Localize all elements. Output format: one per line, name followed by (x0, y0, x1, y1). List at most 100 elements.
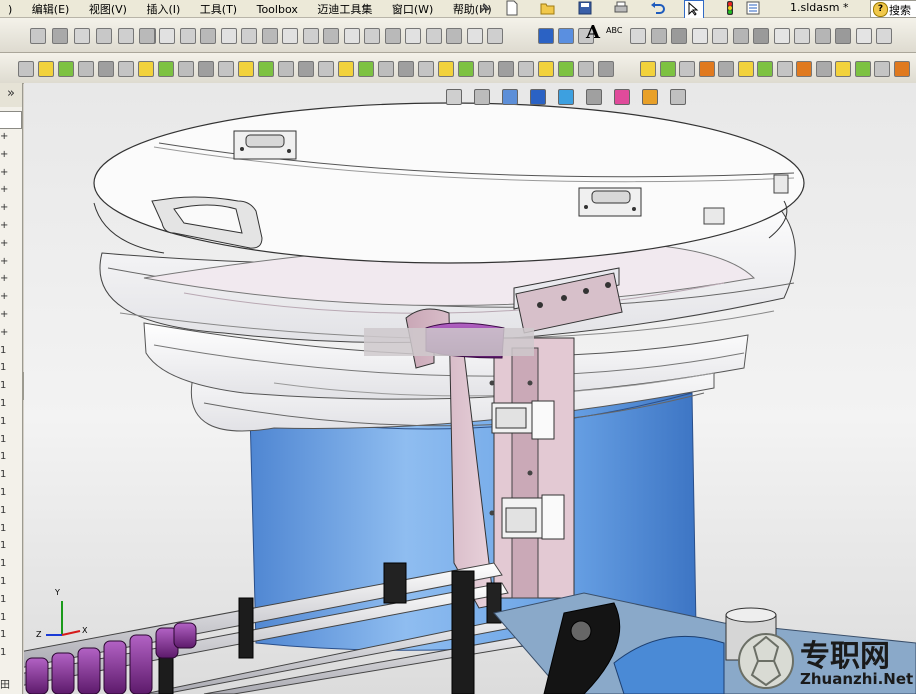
feature-tool-icon[interactable] (518, 61, 534, 77)
feature-tool-icon[interactable] (118, 61, 134, 77)
sketch-tool-icon[interactable] (343, 28, 360, 44)
feature-tool-icon[interactable] (298, 61, 314, 77)
annotation-tool-icon[interactable] (794, 28, 810, 44)
sketch-tool-icon[interactable] (466, 28, 483, 44)
scene-icon[interactable] (642, 89, 658, 105)
feature-tool-icon[interactable] (338, 61, 354, 77)
annotation-tool-icon[interactable] (814, 28, 831, 44)
tree-item[interactable]: 1 (0, 487, 6, 498)
addin-tool-icon[interactable] (737, 61, 754, 77)
feature-tool-icon[interactable] (18, 61, 34, 77)
sketch-tool-icon[interactable] (487, 28, 503, 44)
annotation-tool-icon[interactable] (773, 28, 790, 44)
feature-tool-icon[interactable] (218, 61, 234, 77)
display-style-icon[interactable] (558, 89, 574, 105)
addin-tool-icon[interactable] (679, 61, 695, 77)
tree-item[interactable]: 1 (0, 362, 6, 373)
tree-expand-toggle[interactable]: + (0, 131, 8, 142)
menu-tools[interactable]: 工具(T) (192, 0, 245, 17)
sketch-tool-icon[interactable] (159, 28, 175, 44)
sketch-tool-icon[interactable] (323, 28, 339, 44)
feature-tool-icon[interactable] (78, 61, 94, 77)
options-icon[interactable] (746, 1, 760, 15)
view-orientation-icon[interactable] (530, 89, 546, 105)
annotation-tool-icon[interactable] (650, 28, 667, 44)
addin-tool-icon[interactable] (640, 61, 656, 77)
addin-tool-icon[interactable] (776, 61, 793, 77)
feature-tool-icon[interactable] (38, 61, 54, 77)
rebuild-icon[interactable] (724, 1, 736, 15)
tree-item[interactable]: 1 (0, 540, 6, 551)
tree-item[interactable]: 1 (0, 398, 6, 409)
addin-tool-icon[interactable] (698, 61, 715, 77)
feature-tool-icon[interactable] (598, 61, 614, 77)
addin-tool-icon[interactable] (874, 61, 890, 77)
feature-tool-icon[interactable] (178, 61, 194, 77)
zoom-fit-icon[interactable] (446, 89, 462, 105)
menu-view[interactable]: 视图(V) (81, 0, 135, 17)
tree-expand-toggle[interactable]: + (0, 309, 8, 320)
feature-tool-icon[interactable] (378, 61, 394, 77)
annotation-tool-icon[interactable] (691, 28, 708, 44)
sketch-tool-icon[interactable] (200, 28, 216, 44)
tree-item[interactable]: 1 (0, 629, 6, 640)
save-icon[interactable] (578, 1, 592, 15)
tree-item[interactable]: 1 (0, 380, 6, 391)
feature-tool-icon[interactable] (438, 61, 454, 77)
tree-footer-item[interactable]: 田 (0, 676, 10, 691)
feature-tool-icon[interactable] (158, 61, 174, 77)
assembly-tool-icon[interactable] (74, 28, 90, 44)
assembly-tool-icon[interactable] (96, 28, 112, 44)
new-icon[interactable] (505, 0, 519, 16)
annotation-tool-icon[interactable] (855, 28, 872, 44)
sketch-tool-icon[interactable] (118, 28, 134, 44)
dimension-tool-icon[interactable] (538, 28, 554, 44)
addin-tool-icon[interactable] (718, 61, 734, 77)
menu-toolbox[interactable]: Toolbox (249, 2, 306, 16)
sketch-tool-icon[interactable] (384, 28, 401, 44)
tree-filter-field[interactable] (0, 111, 22, 129)
graphics-viewport[interactable]: Y X Z 专职网 Zhuanzhi.Net (24, 83, 916, 694)
feature-tool-icon[interactable] (558, 61, 574, 77)
sketch-tool-icon[interactable] (405, 28, 421, 44)
annotation-tool-icon[interactable] (630, 28, 646, 44)
hide-show-icon[interactable] (586, 89, 602, 105)
sketch-tool-icon[interactable] (446, 28, 462, 44)
feature-tool-icon[interactable] (58, 61, 74, 77)
tree-expand-toggle[interactable]: + (0, 273, 8, 284)
addin-tool-icon[interactable] (659, 61, 676, 77)
addin-tool-icon[interactable] (854, 61, 871, 77)
feature-tool-icon[interactable] (258, 61, 274, 77)
tree-item[interactable]: 1 (0, 647, 6, 658)
annotation-tool-icon[interactable] (835, 28, 851, 44)
sketch-tool-icon[interactable] (425, 28, 442, 44)
pin-icon[interactable] (478, 1, 492, 15)
feature-tool-icon[interactable] (278, 61, 294, 77)
undo-icon[interactable] (650, 1, 666, 15)
tree-expand-toggle[interactable]: + (0, 202, 8, 213)
view-settings-icon[interactable] (670, 89, 686, 105)
addin-tool-icon[interactable] (796, 61, 812, 77)
menu-maidi-tools[interactable]: 迈迪工具集 (309, 0, 380, 17)
feature-tool-icon[interactable] (398, 61, 414, 77)
spell-check-icon[interactable]: ABC (606, 26, 622, 35)
menu-edit[interactable]: 编辑(E) (24, 0, 78, 17)
print-icon[interactable] (613, 1, 629, 15)
feature-tool-icon[interactable] (498, 61, 514, 77)
feature-tool-icon[interactable] (578, 61, 594, 77)
tree-expand-toggle[interactable]: + (0, 291, 8, 302)
annotation-tool-icon[interactable] (712, 28, 728, 44)
tree-item[interactable]: 1 (0, 416, 6, 427)
select-icon[interactable] (684, 0, 704, 19)
tree-expand-toggle[interactable]: + (0, 238, 8, 249)
tree-expand-toggle[interactable]: + (0, 167, 8, 178)
addin-tool-icon[interactable] (893, 61, 910, 77)
dimension-tool-icon[interactable] (558, 28, 574, 44)
annotation-tool-icon[interactable] (671, 28, 687, 44)
assembly-tool-icon[interactable] (30, 28, 46, 44)
tree-item[interactable]: 1 (0, 451, 6, 462)
feature-tool-icon[interactable] (418, 61, 434, 77)
tree-item[interactable]: 1 (0, 594, 6, 605)
zoom-area-icon[interactable] (474, 89, 490, 105)
note-text-icon[interactable]: A (586, 22, 600, 43)
